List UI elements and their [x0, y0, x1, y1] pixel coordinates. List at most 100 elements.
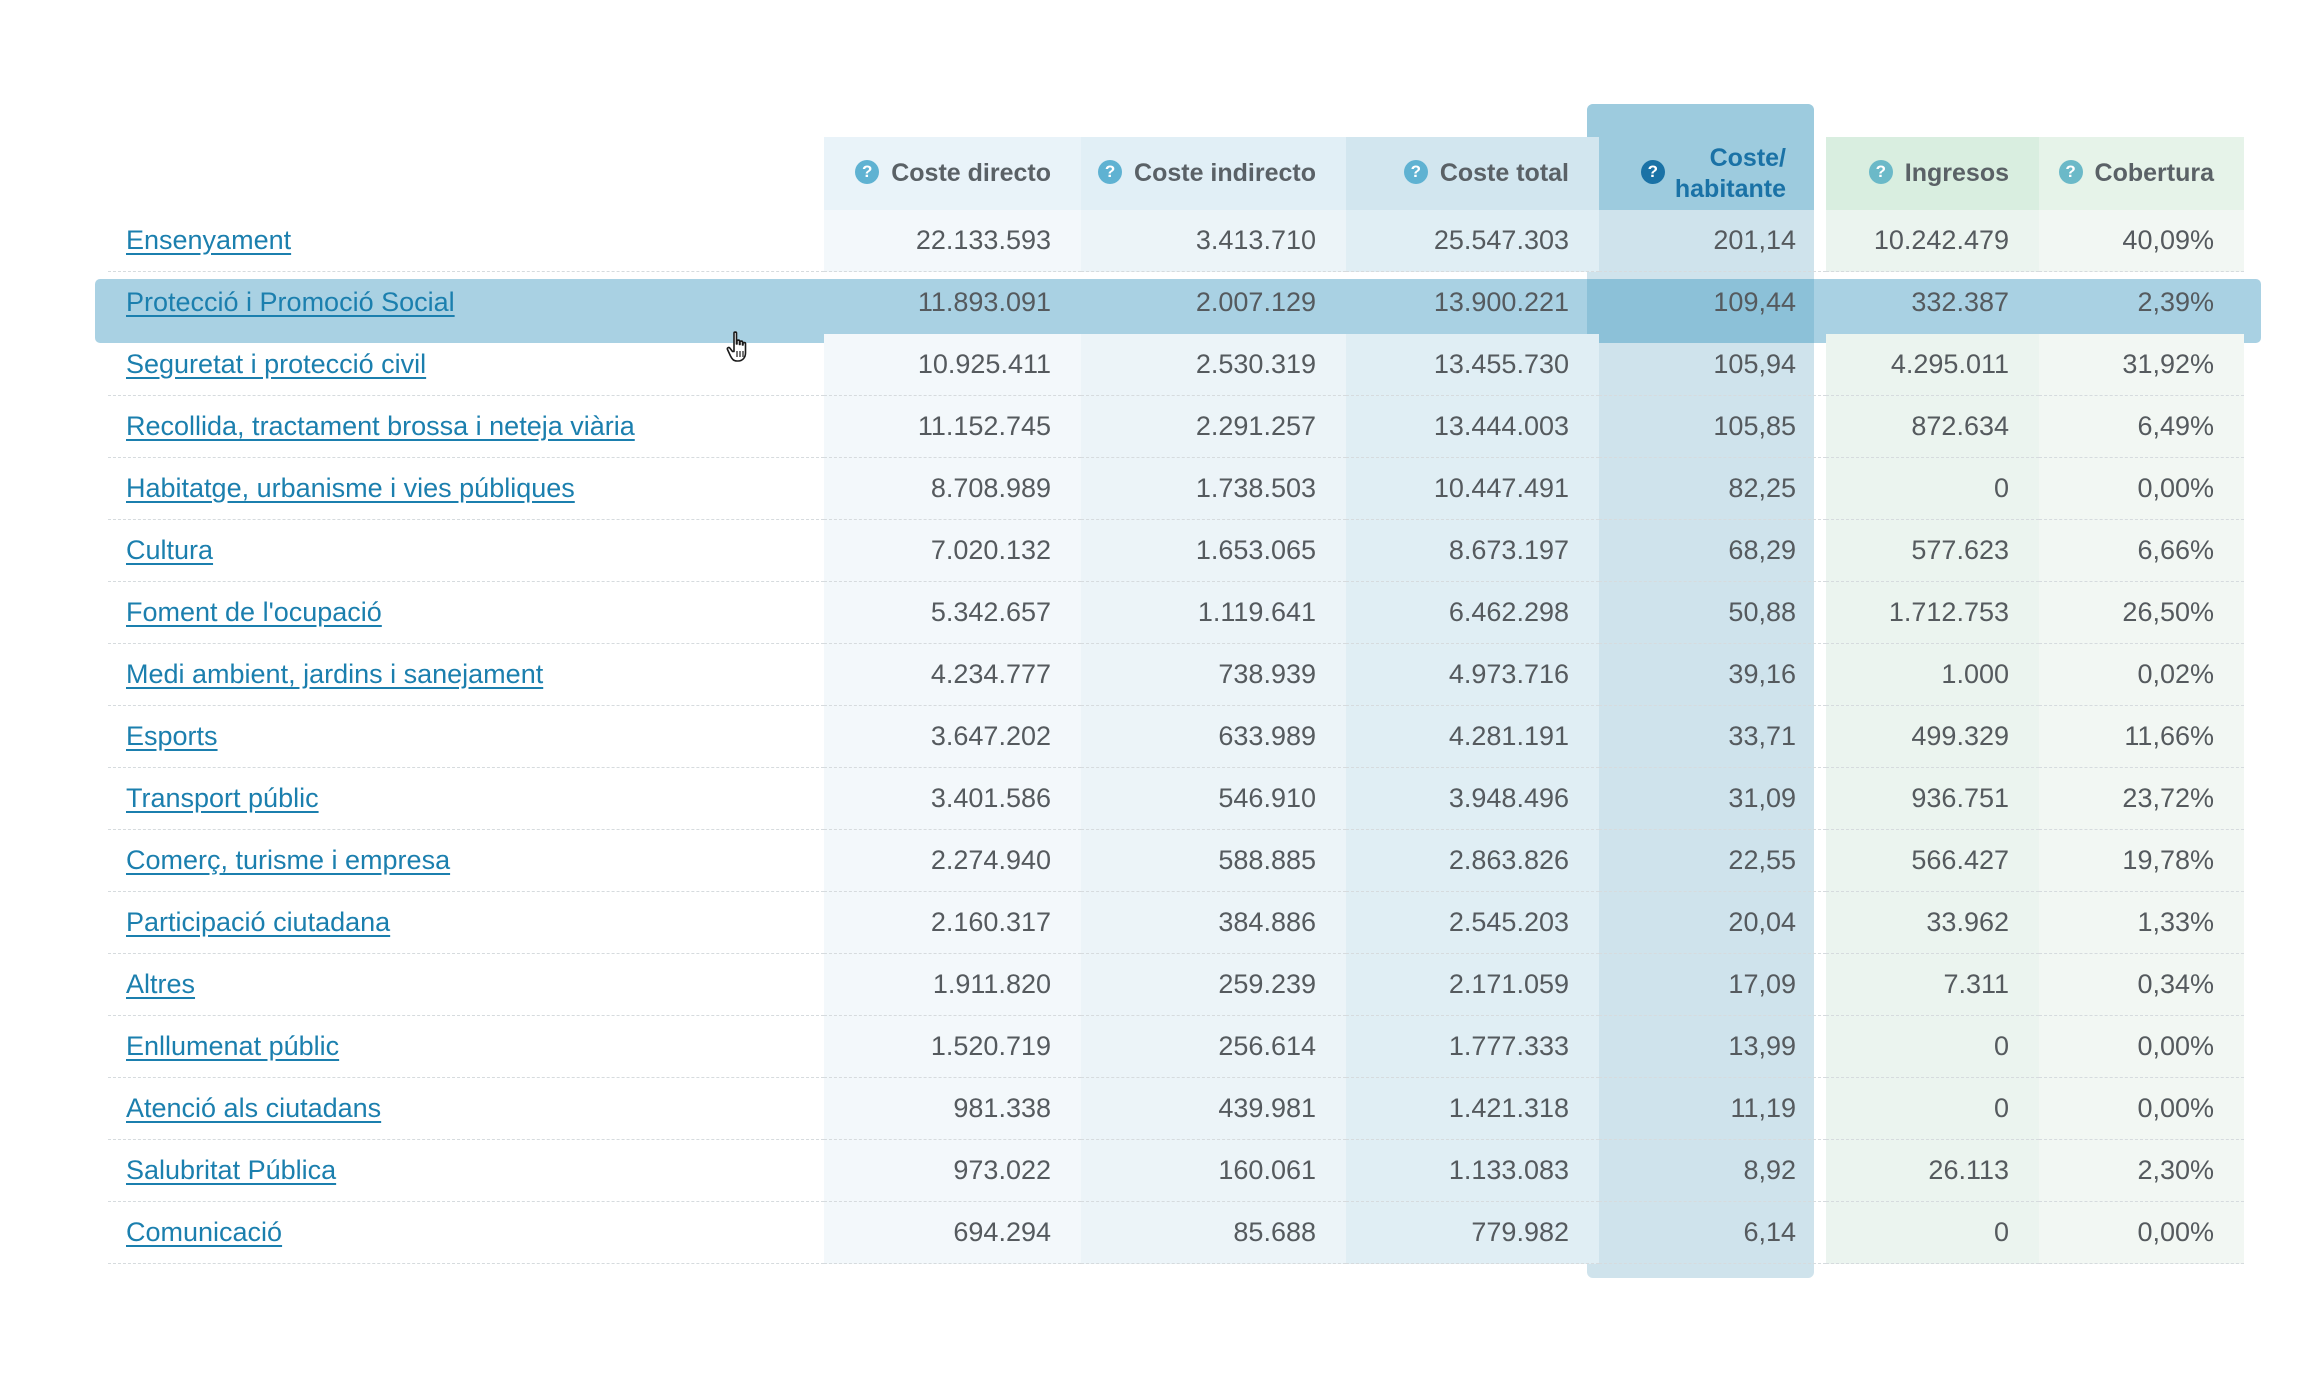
cell-label: Ensenyament	[108, 210, 824, 272]
cell-coste-indirecto: 546.910	[1081, 767, 1346, 830]
row-link[interactable]: Protecció i Promoció Social	[126, 287, 455, 317]
cell-cobertura: 11,66%	[2039, 705, 2244, 768]
row-link[interactable]: Altres	[126, 969, 195, 999]
header-label-column	[108, 137, 824, 210]
row-link[interactable]: Comerç, turisme i empresa	[126, 845, 450, 875]
row-link[interactable]: Comunicació	[126, 1217, 282, 1247]
help-icon[interactable]: ?	[1868, 160, 1893, 185]
table-row[interactable]: Ensenyament 22.133.593 3.413.710 25.547.303…	[108, 210, 2244, 272]
table-row[interactable]: Medi ambient, jardins i sanejament 4.234.…	[108, 643, 2244, 706]
cell-label: Cultura	[108, 519, 824, 582]
cell-ingresos: 10.242.479	[1826, 210, 2039, 272]
table-row[interactable]: Salubritat Pública 973.022 160.061 1.133.08…	[108, 1139, 2244, 1202]
table-row[interactable]: Enllumenat públic 1.520.719 256.614 1.777.3…	[108, 1015, 2244, 1078]
header-coste-indirecto[interactable]: ? Coste indirecto	[1081, 137, 1346, 210]
cell-coste-habitante: 109,44	[1713, 287, 1796, 317]
row-link[interactable]: Transport públic	[126, 783, 319, 813]
row-link[interactable]: Habitatge, urbanisme i vies públiques	[126, 473, 575, 503]
table-row[interactable]: Atenció als ciutadans 981.338 439.981 1.421…	[108, 1077, 2244, 1140]
cell-label: Participació ciutadana	[108, 891, 824, 954]
table-header-row: ? Coste directo ? Coste indirecto ? Coste t…	[108, 137, 2244, 210]
table-row[interactable]: Recollida, tractament brossa i neteja vi…	[108, 395, 2244, 458]
cell-coste-directo: 4.234.777	[824, 643, 1081, 706]
header-ingresos[interactable]: ? Ingresos	[1826, 137, 2039, 210]
row-link[interactable]: Foment de l'ocupació	[126, 597, 382, 627]
cell-label: Altres	[108, 953, 824, 1016]
cell-cobertura: 0,00%	[2039, 1077, 2244, 1140]
table-row[interactable]: Comunicació 694.294 85.688 779.982 6,14 0 0,00…	[108, 1201, 2244, 1264]
table-row[interactable]: Comerç, turisme i empresa 2.274.940 588.88…	[108, 829, 2244, 892]
cell-coste-indirecto: 1.738.503	[1081, 457, 1346, 520]
header-coste-total[interactable]: ? Coste total	[1346, 137, 1599, 210]
cell-coste-indirecto: 738.939	[1081, 643, 1346, 706]
row-link[interactable]: Atenció als ciutadans	[126, 1093, 381, 1123]
cell-ingresos: 577.623	[1826, 519, 2039, 582]
header-coste-habitante-line2: habitante	[1674, 174, 1786, 203]
cell-ingresos: 4.295.011	[1826, 333, 2039, 396]
row-link[interactable]: Recollida, tractament brossa i neteja vi…	[126, 411, 635, 441]
cell-coste-total: 1.421.318	[1346, 1077, 1599, 1140]
help-icon[interactable]: ?	[1640, 159, 1665, 184]
stage: ? Coste directo ? Coste indirecto ? Coste t…	[0, 0, 2304, 1400]
help-icon[interactable]: ?	[855, 160, 880, 185]
cell-coste-total: 10.447.491	[1346, 457, 1599, 520]
table-row[interactable]: Transport públic 3.401.586 546.910 3.948.49…	[108, 767, 2244, 830]
cell-coste-habitante: 22,55	[1599, 829, 1826, 892]
table-row[interactable]: Habitatge, urbanisme i vies públiques 8.7…	[108, 457, 2244, 520]
row-link[interactable]: Enllumenat públic	[126, 1031, 339, 1061]
header-coste-habitante-line1: Coste/	[1709, 143, 1786, 172]
cell-coste-indirecto: 2.007.129	[1195, 287, 1316, 317]
row-link[interactable]: Medi ambient, jardins i sanejament	[126, 659, 543, 689]
table-row[interactable]: Participació ciutadana 2.160.317 384.886 2.…	[108, 891, 2244, 954]
header-cobertura[interactable]: ? Cobertura	[2039, 137, 2244, 210]
row-link[interactable]: Seguretat i protecció civil	[126, 349, 426, 379]
cell-coste-habitante: 33,71	[1599, 705, 1826, 768]
cell-coste-habitante: 68,29	[1599, 519, 1826, 582]
table-row[interactable]: Protecció i Promoció Social 11.893.091 2.0…	[108, 272, 2244, 334]
cell-coste-directo: 10.925.411	[824, 333, 1081, 396]
cell-label: Comunicació	[108, 1201, 824, 1264]
help-icon[interactable]: ?	[2058, 160, 2083, 185]
header-coste-directo[interactable]: ? Coste directo	[824, 137, 1081, 210]
table-row[interactable]: Cultura 7.020.132 1.653.065 8.673.197 68,29 5…	[108, 519, 2244, 582]
cell-coste-directo: 694.294	[824, 1201, 1081, 1264]
cell-coste-habitante: 105,85	[1599, 395, 1826, 458]
table-body: Ensenyament 22.133.593 3.413.710 25.547.303…	[108, 210, 2244, 1264]
cell-coste-directo: 11.152.745	[824, 395, 1081, 458]
cell-coste-indirecto: 3.413.710	[1081, 210, 1346, 272]
header-cobertura-label: Cobertura	[2094, 159, 2214, 187]
help-icon[interactable]: ?	[1403, 160, 1428, 185]
cell-coste-habitante: 50,88	[1599, 581, 1826, 644]
cell-coste-total: 3.948.496	[1346, 767, 1599, 830]
header-coste-habitante[interactable]: ? Coste/ habitante	[1599, 137, 1826, 210]
cell-coste-indirecto: 85.688	[1081, 1201, 1346, 1264]
cell-coste-directo: 2.160.317	[824, 891, 1081, 954]
table-row[interactable]: Esports 3.647.202 633.989 4.281.191 33,71 499…	[108, 705, 2244, 768]
cell-cobertura: 1,33%	[2039, 891, 2244, 954]
cell-coste-habitante: 6,14	[1599, 1201, 1826, 1264]
cell-ingresos: 1.000	[1826, 643, 2039, 706]
table-row[interactable]: Seguretat i protecció civil 10.925.411 2.5…	[108, 333, 2244, 396]
help-icon[interactable]: ?	[1098, 160, 1123, 185]
cell-ingresos: 7.311	[1826, 953, 2039, 1016]
row-link[interactable]: Salubritat Pública	[126, 1155, 336, 1185]
cell-cobertura: 2,39%	[2137, 287, 2214, 317]
row-link[interactable]: Esports	[126, 721, 218, 751]
header-ingresos-label: Ingresos	[1904, 159, 2009, 187]
row-link[interactable]: Ensenyament	[126, 225, 291, 255]
cell-coste-indirecto: 259.239	[1081, 953, 1346, 1016]
table-row[interactable]: Altres 1.911.820 259.239 2.171.059 17,09 7.31…	[108, 953, 2244, 1016]
hand-pointer-icon	[726, 331, 747, 362]
cell-label: Atenció als ciutadans	[108, 1077, 824, 1140]
cell-cobertura: 31,92%	[2039, 333, 2244, 396]
cell-ingresos: 332.387	[1911, 287, 2009, 317]
table-row[interactable]: Foment de l'ocupació 5.342.657 1.119.641 6.…	[108, 581, 2244, 644]
cell-coste-indirecto: 2.291.257	[1081, 395, 1346, 458]
cell-coste-indirecto: 2.530.319	[1081, 333, 1346, 396]
cell-label: Seguretat i protecció civil	[108, 333, 824, 396]
cell-coste-directo: 11.893.091	[917, 287, 1051, 317]
row-link[interactable]: Cultura	[126, 535, 213, 565]
cell-coste-total: 779.982	[1346, 1201, 1599, 1264]
row-link[interactable]: Participació ciutadana	[126, 907, 390, 937]
cell-coste-total: 1.133.083	[1346, 1139, 1599, 1202]
